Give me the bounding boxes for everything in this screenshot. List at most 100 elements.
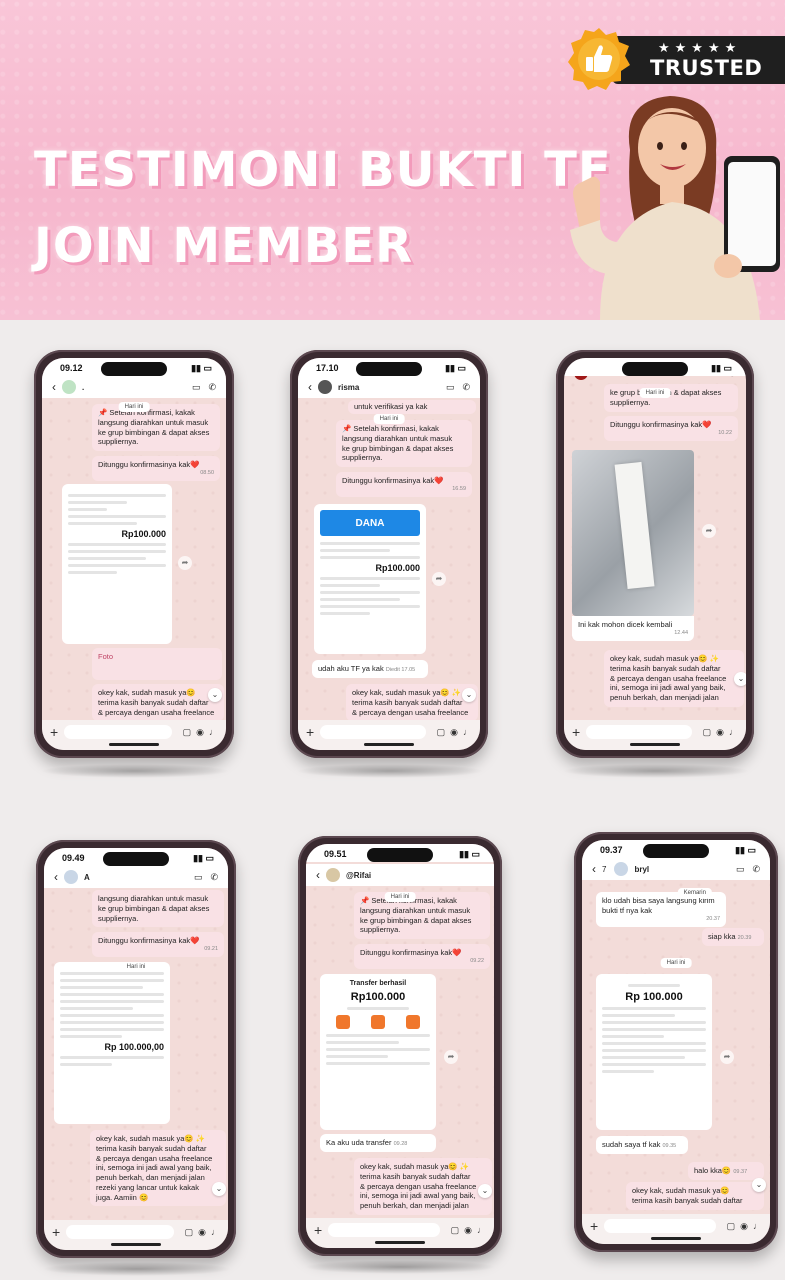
back-arrow-icon[interactable]: ‹ <box>52 380 56 394</box>
message-bubble-incoming[interactable]: udah aku TF ya kak Diedit 17.05 <box>312 660 428 679</box>
message-input[interactable] <box>320 725 426 739</box>
forward-icon[interactable]: ➦ <box>444 1050 458 1064</box>
message-bubble[interactable]: ke grup bimbingan & dapat akses supplier… <box>604 384 738 412</box>
message-bubble[interactable]: okey kak, sudah masuk ya😊 terima kasih b… <box>626 1182 764 1210</box>
message-bubble[interactable]: Ditunggu konfirmasinya kak❤️ 08.50 <box>92 456 220 481</box>
plus-icon[interactable]: + <box>590 1218 598 1234</box>
scroll-down-icon[interactable]: ⌄ <box>208 688 222 702</box>
contact-name[interactable]: . <box>82 383 184 392</box>
camera-icon[interactable]: ◉ <box>464 1225 472 1236</box>
avatar[interactable] <box>614 862 629 876</box>
message-bubble[interactable]: halo kka😊 09.37 <box>688 1162 764 1181</box>
mic-icon[interactable]: ♩ <box>477 1225 486 1235</box>
message-bubble[interactable]: Ditunggu konfirmasinya kak❤️ 09.22 <box>354 944 490 969</box>
message-bubble[interactable]: okey kak, sudah masuk ya😊 ✨ terima kasih… <box>90 1130 226 1207</box>
forward-icon[interactable]: ➦ <box>702 524 716 538</box>
video-call-icon[interactable]: ▭ <box>194 872 203 883</box>
back-count[interactable]: 7 <box>602 865 606 874</box>
message-bubble[interactable]: langsung diarahkan untuk masuk ke grup b… <box>92 890 224 928</box>
camera-icon[interactable]: ◉ <box>198 1227 206 1238</box>
video-call-icon[interactable]: ▭ <box>192 382 201 393</box>
plus-icon[interactable]: + <box>306 724 314 740</box>
contact-name[interactable]: bryl <box>634 865 727 874</box>
back-arrow-icon[interactable]: ‹ <box>54 870 58 884</box>
phone-call-icon[interactable]: ✆ <box>462 382 470 393</box>
avatar[interactable] <box>62 380 76 394</box>
message-bubble-incoming[interactable]: sudah saya tf kak 09.35 <box>596 1136 688 1155</box>
transfer-receipt-image[interactable]: Rp100.000 <box>62 484 172 644</box>
dynamic-island <box>367 848 433 862</box>
back-arrow-icon[interactable]: ‹ <box>308 380 312 394</box>
mic-icon[interactable]: ♩ <box>211 1227 220 1237</box>
contact-name[interactable]: @Rifai <box>346 871 484 880</box>
message-text: okey kak, sudah masuk ya😊 ✨ terima kasih… <box>360 1162 477 1210</box>
camera-icon[interactable]: ◉ <box>196 727 204 738</box>
scroll-down-icon[interactable]: ⌄ <box>734 672 746 686</box>
message-bubble[interactable]: okey kak, sudah masuk ya😊 ✨ terima kasih… <box>604 650 744 707</box>
phone-call-icon[interactable]: ✆ <box>210 872 218 883</box>
sticker-icon[interactable]: ▢ <box>727 1221 736 1232</box>
message-bubble[interactable]: okey kak, sudah masuk ya😊 ✨ terima kasih… <box>346 684 478 722</box>
contact-name[interactable]: A <box>84 873 186 882</box>
avatar[interactable] <box>64 870 78 884</box>
video-call-icon[interactable]: ▭ <box>446 382 455 393</box>
message-bubble[interactable]: Ditunggu konfirmasinya kak❤️ 10.22 <box>604 416 738 441</box>
receipt-photo[interactable] <box>572 450 694 616</box>
message-bubble[interactable]: Ditunggu konfirmasinya kak❤️ 16.59 <box>336 472 472 497</box>
transfer-receipt-image[interactable]: Transfer berhasil Rp100.000 <box>320 974 436 1130</box>
message-bubble-incoming[interactable]: Ka aku uda transfer 09.28 <box>320 1134 436 1153</box>
sticker-icon[interactable]: ▢ <box>451 1225 460 1236</box>
forward-icon[interactable]: ➦ <box>720 1050 734 1064</box>
transfer-receipt-image[interactable]: DANA Rp100.000 <box>314 504 426 654</box>
transfer-receipt-image[interactable]: Rp 100.000,00 <box>54 962 170 1124</box>
message-input[interactable] <box>586 725 692 739</box>
message-input[interactable] <box>328 1223 440 1237</box>
avatar[interactable] <box>318 380 332 394</box>
message-bubble[interactable]: Ditunggu konfirmasinya kak❤️ 09.21 <box>92 932 224 957</box>
scroll-down-icon[interactable]: ⌄ <box>478 1184 492 1198</box>
mic-icon[interactable]: ♩ <box>729 727 738 737</box>
reply-quote[interactable]: Foto <box>92 648 222 680</box>
scroll-down-icon[interactable]: ⌄ <box>752 1178 766 1192</box>
receipt-line <box>320 598 400 601</box>
sticker-icon[interactable]: ▢ <box>437 727 446 738</box>
back-arrow-icon[interactable]: ‹ <box>592 862 596 876</box>
forward-icon[interactable]: ➦ <box>432 572 446 586</box>
message-bubble[interactable]: 📌 Setelah konfirmasi, kakak langsung dia… <box>92 404 220 451</box>
plus-icon[interactable]: + <box>572 724 580 740</box>
message-bubble[interactable]: siap kka 20.39 <box>702 928 764 947</box>
message-bubble[interactable]: 📌 Setelah konfirmasi, kakak langsung dia… <box>354 892 490 939</box>
camera-icon[interactable]: ◉ <box>740 1221 748 1232</box>
message-input[interactable] <box>604 1219 716 1233</box>
plus-icon[interactable]: + <box>314 1222 322 1238</box>
mic-icon[interactable]: ♩ <box>209 727 218 737</box>
avatar[interactable] <box>326 868 340 882</box>
contact-name[interactable]: risma <box>338 383 438 392</box>
message-input[interactable] <box>64 725 172 739</box>
message-bubble[interactable]: okey kak, sudah masuk ya😊 terima kasih b… <box>92 684 224 722</box>
plus-icon[interactable]: + <box>50 724 58 740</box>
scroll-down-icon[interactable]: ⌄ <box>212 1182 226 1196</box>
message-bubble[interactable]: untuk verifikasi ya kak <box>348 400 476 414</box>
back-arrow-icon[interactable]: ‹ <box>316 868 320 882</box>
phone-call-icon[interactable]: ✆ <box>752 864 760 875</box>
transfer-receipt-image[interactable]: Rp 100.000 <box>596 974 712 1130</box>
forward-icon[interactable]: ➦ <box>178 556 192 570</box>
receipt-line <box>320 612 370 615</box>
message-bubble[interactable]: 📌 Setelah konfirmasi, kakak langsung dia… <box>336 420 472 467</box>
sticker-icon[interactable]: ▢ <box>183 727 192 738</box>
camera-icon[interactable]: ◉ <box>450 727 458 738</box>
video-call-icon[interactable]: ▭ <box>736 864 745 875</box>
phone-call-icon[interactable]: ✆ <box>208 382 216 393</box>
sticker-icon[interactable]: ▢ <box>185 1227 194 1238</box>
mic-icon[interactable]: ♩ <box>753 1221 762 1231</box>
receipt-line <box>60 1035 123 1038</box>
message-input[interactable] <box>66 1225 174 1239</box>
sticker-icon[interactable]: ▢ <box>703 727 712 738</box>
scroll-down-icon[interactable]: ⌄ <box>462 688 476 702</box>
plus-icon[interactable]: + <box>52 1224 60 1240</box>
message-bubble-incoming[interactable]: Ini kak mohon dicek kembali 12.44 <box>572 616 694 641</box>
camera-icon[interactable]: ◉ <box>716 727 724 738</box>
message-bubble[interactable]: okey kak, sudah masuk ya😊 ✨ terima kasih… <box>354 1158 492 1215</box>
mic-icon[interactable]: ♩ <box>463 727 472 737</box>
